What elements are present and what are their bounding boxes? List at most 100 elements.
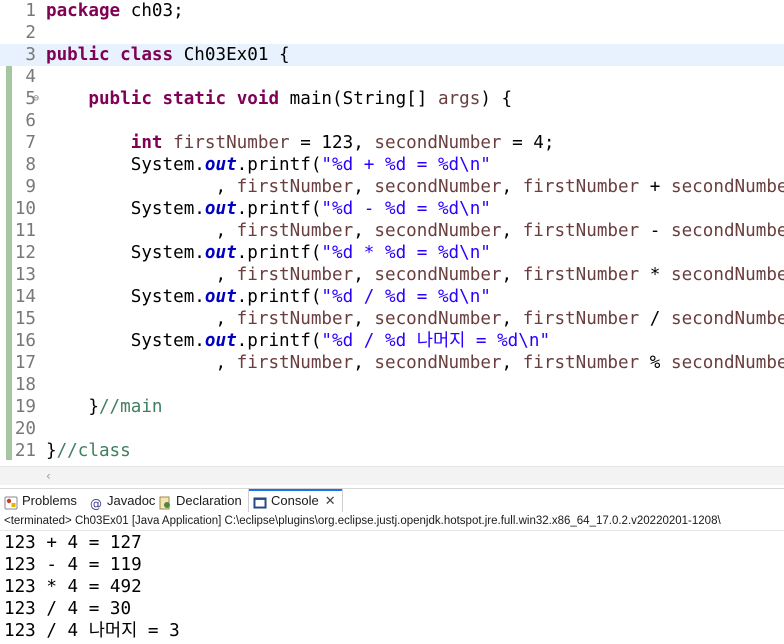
code-text: , firstNumber, secondNumber, firstNumber… [46, 176, 784, 198]
code-line[interactable]: 16 System.out.printf("%d / %d 나머지 = %d\n… [0, 330, 784, 352]
code-text: System.out.printf("%d - %d = %d\n" [46, 198, 491, 220]
line-number: 21 [14, 441, 36, 461]
code-token: out [204, 243, 237, 263]
line-number: 4 [25, 67, 36, 87]
tab-javadoc[interactable]: @ Javadoc [89, 489, 155, 513]
code-token: ) { [480, 89, 513, 109]
tab-label: Declaration [176, 493, 242, 508]
code-text: int firstNumber = 123, secondNumber = 4; [46, 132, 555, 154]
line-number: 17 [14, 353, 36, 373]
declaration-icon [158, 494, 172, 510]
code-token: firstNumber [236, 309, 354, 329]
console-output-line: 123 / 4 나머지 = 3 [4, 621, 180, 641]
code-line[interactable]: 18 [0, 374, 784, 396]
code-line[interactable]: 4 [0, 66, 784, 88]
console-output[interactable]: 123 + 4 = 127 123 - 4 = 119 123 * 4 = 492 1… [0, 531, 784, 644]
code-token: , [46, 177, 237, 197]
tab-problems[interactable]: Problems [4, 489, 77, 513]
scroll-left-icon[interactable]: ‹ [46, 467, 51, 485]
code-line[interactable]: 7 int firstNumber = 123, secondNumber = … [0, 132, 784, 154]
code-token: , [46, 221, 237, 241]
code-token: out [204, 199, 237, 219]
code-text: , firstNumber, secondNumber, firstNumber… [46, 220, 784, 242]
code-token: System. [46, 331, 205, 351]
fold-toggle-icon[interactable]: ⊖ [33, 88, 39, 110]
code-token: , [353, 265, 375, 285]
code-line[interactable]: 17 , firstNumber, secondNumber, firstNum… [0, 352, 784, 374]
code-text: , firstNumber, secondNumber, firstNumber… [46, 352, 784, 374]
code-editor[interactable]: 1 package ch03; 2 3 public class Ch03Ex01 {4… [0, 0, 784, 466]
code-text: public class Ch03Ex01 { [46, 44, 290, 66]
console-output-line: 123 * 4 = 492 [4, 577, 142, 597]
line-number: 12 [14, 243, 36, 263]
code-token: secondNumber [374, 177, 502, 197]
code-token: , [46, 265, 237, 285]
code-token: secondNumber [374, 309, 502, 329]
editor-horizontal-scrollbar[interactable]: ‹ [0, 466, 784, 485]
code-token: , [353, 309, 375, 329]
console-status-text: <terminated> Ch03Ex01 [Java Application]… [4, 515, 721, 527]
console-output-line: 123 - 4 = 119 [4, 555, 142, 575]
code-line[interactable]: 13 , firstNumber, secondNumber, firstNum… [0, 264, 784, 286]
code-token: firstNumber [236, 265, 354, 285]
console-icon [253, 494, 267, 509]
line-number: 18 [14, 375, 36, 395]
code-text: package ch03; [46, 0, 184, 22]
tab-declaration[interactable]: Declaration [158, 489, 242, 513]
code-text: , firstNumber, secondNumber, firstNumber… [46, 308, 784, 330]
code-line[interactable]: 10 System.out.printf("%d - %d = %d\n" [0, 198, 784, 220]
code-token: firstNumber [236, 221, 354, 241]
code-token: class [120, 45, 174, 65]
code-line[interactable]: 20 [0, 418, 784, 440]
code-token: + [639, 177, 671, 197]
code-line[interactable]: 9 , firstNumber, secondNumber, firstNumb… [0, 176, 784, 198]
code-text: System.out.printf("%d / %d 나머지 = %d\n" [46, 330, 550, 352]
code-token: , [501, 353, 523, 373]
code-text: System.out.printf("%d * %d = %d\n" [46, 242, 491, 264]
code-token: System. [46, 199, 205, 219]
code-token: , [353, 177, 375, 197]
code-text: }//main [46, 396, 162, 418]
line-number: 10 [14, 199, 36, 219]
code-line[interactable]: 1 package ch03; [0, 0, 784, 22]
code-line[interactable]: 5 ⊖ public static void main(String[] args… [0, 88, 784, 110]
code-token: "%d + %d = %d\n" [321, 155, 491, 175]
code-token: void [236, 89, 280, 109]
code-line[interactable]: 3 public class Ch03Ex01 { [0, 44, 784, 66]
code-line[interactable]: 21}//class [0, 440, 784, 462]
code-line[interactable]: 14 System.out.printf("%d / %d = %d\n" [0, 286, 784, 308]
code-line[interactable]: 6 [0, 110, 784, 132]
code-line[interactable]: 12 System.out.printf("%d * %d = %d\n" [0, 242, 784, 264]
code-token: System. [46, 243, 205, 263]
code-token: secondNumber [374, 265, 502, 285]
code-token: secondNumber [671, 265, 784, 285]
code-token: , [501, 221, 523, 241]
code-token: out [204, 155, 237, 175]
code-token: package [46, 1, 121, 21]
svg-text:@: @ [90, 497, 102, 510]
code-token: out [204, 287, 237, 307]
code-line[interactable]: 15 , firstNumber, secondNumber, firstNum… [0, 308, 784, 330]
code-token: int [130, 133, 163, 153]
line-number: 1 [25, 1, 36, 21]
code-token: = 4; [501, 133, 555, 153]
problems-icon [4, 494, 18, 510]
code-token: .printf( [236, 199, 322, 219]
code-token: - [639, 221, 671, 241]
close-icon[interactable]: ✕ [325, 493, 336, 508]
code-line[interactable]: 19 }//main [0, 396, 784, 418]
code-token: secondNumber [671, 221, 784, 241]
line-number: 20 [14, 419, 36, 439]
code-token: firstNumber [522, 177, 640, 197]
code-token: , [353, 353, 375, 373]
code-line[interactable]: 2 [0, 22, 784, 44]
bottom-panel-tabbar: Problems @ Javadoc Declaration Console ✕ [0, 488, 784, 514]
tab-console[interactable]: Console ✕ [248, 488, 343, 514]
code-line[interactable]: 11 , firstNumber, secondNumber, firstNum… [0, 220, 784, 242]
code-line[interactable]: 8 System.out.printf("%d + %d = %d\n" [0, 154, 784, 176]
code-token: secondNumber [671, 353, 784, 373]
line-number: 11 [14, 221, 36, 241]
